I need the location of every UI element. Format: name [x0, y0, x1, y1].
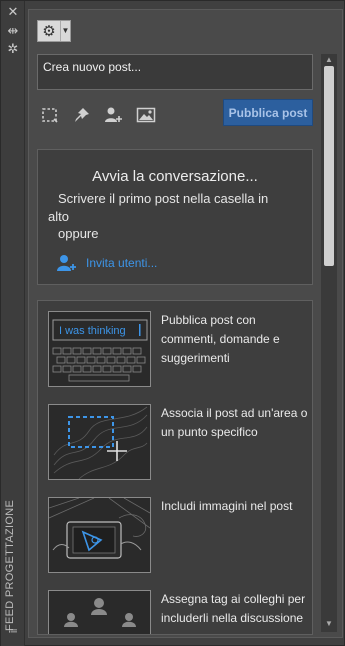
invite-users-link[interactable]: Invita utenti... [56, 254, 157, 272]
tip-text: Pubblica post con commenti, domande e su… [161, 313, 280, 365]
tip-text: Assegna tag ai colleghi per includerli n… [161, 592, 306, 625]
pin-icon[interactable]: ⇹ [5, 25, 21, 39]
tip-text: Associa il post ad un'area o un punto sp… [161, 406, 308, 439]
new-post-placeholder: Crea nuovo post... [43, 60, 142, 74]
new-post-input[interactable]: Crea nuovo post... [37, 54, 313, 90]
tip-caption: I was thinking [59, 325, 126, 337]
gear-icon: ⚙ [42, 22, 56, 40]
post-tools [39, 104, 157, 126]
tip-image-keyboard: I was thinking [48, 311, 151, 387]
add-user-icon[interactable] [103, 104, 125, 126]
tip-image-tablet [48, 497, 151, 573]
pushpin-icon[interactable] [71, 104, 93, 126]
tip-image-area [48, 404, 151, 480]
tip-item: Includi immagini nel post [48, 497, 312, 577]
invite-users-label: Invita utenti... [86, 256, 158, 270]
palette-side-strip: ✕ ⇹ ✲ FEED PROGETTAZIONE ≔ [1, 1, 25, 646]
start-conversation-or: oppure [58, 226, 99, 241]
close-icon[interactable]: ✕ [5, 6, 21, 20]
settings-dropdown-button[interactable]: ⚙ ▼ [37, 20, 71, 42]
image-icon[interactable] [135, 104, 157, 126]
scrollbar-thumb[interactable] [324, 66, 334, 266]
tips-box: I was thinking Pubblica post con comment… [37, 300, 313, 635]
chevron-down-icon: ▼ [60, 21, 70, 41]
publish-post-button[interactable]: Pubblica post [223, 99, 313, 126]
tip-item: Assegna tag ai colleghi per includerli n… [48, 590, 312, 634]
feed-palette: ✕ ⇹ ✲ FEED PROGETTAZIONE ≔ ⚙ ▼ Crea nuov… [0, 0, 345, 646]
start-conversation-text: Scrivere il primo post nella casella in … [48, 191, 269, 224]
tip-item: I was thinking Pubblica post con comment… [48, 311, 312, 391]
tip-item: Associa il post ad un'area o un punto sp… [48, 404, 312, 484]
select-area-icon[interactable] [39, 104, 61, 126]
start-conversation-box: Avvia la conversazione... Scrivere il pr… [37, 149, 313, 285]
menu-icon[interactable]: ≔ [5, 625, 21, 639]
feed-scrollbar[interactable]: ▲ ▼ [321, 54, 337, 632]
settings-icon[interactable]: ✲ [5, 43, 21, 57]
start-conversation-title: Avvia la conversazione... [92, 168, 258, 185]
feed-panel: ⚙ ▼ Crea nuovo post... Pubblica post ▲ ▼… [28, 9, 343, 638]
invite-user-icon [57, 255, 76, 271]
palette-title: FEED PROGETTAZIONE [4, 499, 16, 631]
scroll-down-icon[interactable]: ▼ [324, 620, 334, 628]
scroll-up-icon[interactable]: ▲ [324, 56, 334, 64]
tip-text: Includi immagini nel post [161, 499, 293, 513]
tip-image-people [48, 590, 151, 634]
